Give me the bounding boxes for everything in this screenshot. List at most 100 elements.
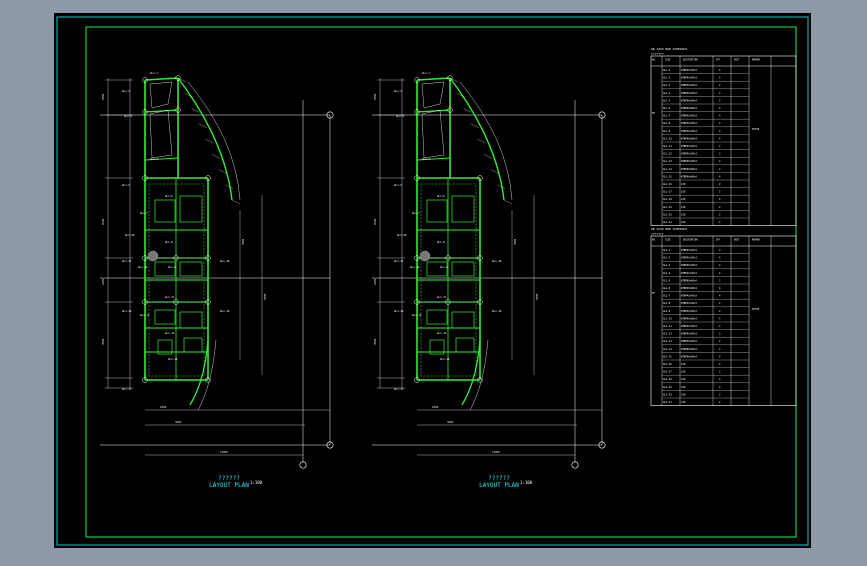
member-label: GL1-15	[122, 259, 132, 263]
table-heading: GB 1XXX BAR SCHEDULE	[651, 227, 687, 231]
table-cell-no: GL2-8	[663, 302, 671, 305]
member-label: GL1-8	[165, 240, 173, 244]
dimension-text: 3000	[101, 338, 105, 345]
member-label: GL1-6	[437, 194, 445, 198]
table-cell-no: GL2-20	[663, 393, 672, 396]
table-cell-size: WTBP45x45x3	[681, 333, 697, 336]
table-subheading: ???????	[651, 52, 664, 56]
member-label: GL1-6	[165, 194, 173, 198]
table-cell-size: L50	[681, 363, 686, 366]
plan-title-left-sub: LAYOUT PLAN	[209, 482, 249, 489]
cad-viewport[interactable]: 2000 4500 2400 3000 3000 5000 2000 3000 12000 GL1…	[0, 0, 867, 562]
table-cell-no: GL1-20	[663, 213, 672, 216]
table-cell-no: GL1-10	[663, 137, 672, 140]
table-cell-no: GL2-2	[663, 257, 671, 260]
table-cell-size: L50	[681, 386, 686, 389]
table-subheading: ???????	[651, 232, 664, 236]
member-label: GL1-7	[412, 211, 420, 215]
plan-title-right-main: ??????	[488, 475, 510, 482]
table-cell-no: GL2-19	[663, 386, 672, 389]
plan-title-left-main: ??????	[218, 475, 240, 482]
dimension-text: 12000	[492, 450, 500, 454]
table-header-cell: REMARK	[752, 239, 761, 242]
table-cell-no: GL2-5	[663, 279, 671, 282]
member-label: GL1-1	[422, 71, 430, 75]
table-cell-size: WTBP45x45x3	[681, 153, 697, 156]
table-header-cell: DESCRIPTION	[683, 239, 698, 242]
dimension-text: 2000	[101, 93, 105, 100]
member-label: GL1-19	[220, 309, 230, 313]
table-cell-no: GL2-16	[663, 363, 672, 366]
table-cell-size: WTBP60x60x4	[681, 175, 697, 178]
table-cell-no: GL1-19	[663, 206, 672, 209]
dimension-text: 3000	[513, 238, 517, 245]
member-label: GL1-7	[140, 211, 148, 215]
table-cell-no: GL1-1	[663, 69, 671, 72]
table-cell-size: L50	[681, 221, 686, 224]
table-cell-size: WTBP60x60x4	[681, 279, 697, 282]
table-cell-size: WTBP45x45x3	[681, 145, 697, 148]
member-label: GL1-1	[150, 71, 158, 75]
table-cell-no: GL1-9	[663, 130, 671, 133]
table-cell-size: L50	[681, 371, 686, 374]
member-label: GL1-12	[412, 313, 422, 317]
table-cell-no: GL2-13	[663, 340, 672, 343]
table-cell-size: WTBP45x45x3	[681, 160, 697, 163]
member-label: GL1-17	[122, 387, 132, 391]
member-label: GL1-4	[150, 157, 158, 161]
member-label: GL1-13	[437, 331, 447, 335]
dimension-text: 3000	[175, 420, 182, 424]
table-cell-no: GL1-16	[663, 183, 672, 186]
member-label: GL1-15	[394, 259, 404, 263]
table-cell-size: L50	[681, 206, 686, 209]
table-cell-no: GL1-18	[663, 198, 672, 201]
table-cell-no: GL2-3	[663, 264, 671, 267]
member-label: GL1-20	[125, 233, 135, 237]
table-cell-size: WTBP60x60x4	[681, 317, 697, 320]
dimension-text: 4500	[101, 218, 105, 225]
dimension-text: 3000	[447, 420, 454, 424]
drawing-canvas[interactable]: 2000 4500 2400 3000 3000 5000 2000 3000 12000 GL1…	[0, 0, 867, 562]
table-cell-no: GL2-1	[663, 249, 671, 252]
table-cell-size: WTBP60x60x4	[681, 107, 697, 110]
plan-title-right-sub: LAYOUT PLAN	[479, 482, 519, 489]
table-cell-size: WTBP60x60x4	[681, 168, 697, 171]
dimension-text: 5000	[535, 293, 539, 300]
member-label: GL1-11	[165, 295, 175, 299]
member-label: GL1-18	[492, 259, 502, 263]
table-cell-size: WTBP45x45x3	[681, 115, 697, 118]
table-cell-size: WTBP45x45x3	[681, 264, 697, 267]
member-label: GL1-11	[437, 295, 447, 299]
table-remark: SETUP	[752, 128, 760, 131]
table-cell-no: GL1-5	[663, 99, 671, 102]
dimension-text: 5000	[263, 293, 267, 300]
member-label: GL1-9	[440, 265, 448, 269]
table-cell-no: GL1-2	[663, 77, 671, 80]
member-label: GL1-16	[122, 309, 132, 313]
table-cell-no: GL2-10	[663, 317, 672, 320]
table-cell-size: WTBP45x45x3	[681, 325, 697, 328]
member-label: GL1-10	[138, 265, 148, 269]
table-cell-size: WTBP45x45x3	[681, 69, 697, 72]
table-cell-size: WTBP45x45x3	[681, 302, 697, 305]
table-cell-size: WTBP45x45x3	[681, 92, 697, 95]
member-label: GL1-20	[397, 233, 407, 237]
table-cell-size: L50	[681, 198, 686, 201]
member-label: GL1-4	[422, 157, 430, 161]
dimension-text: 2000	[373, 93, 377, 100]
table-cell-no: GL2-6	[663, 287, 671, 290]
table-cell-size: L50	[681, 183, 686, 186]
dimension-text: 3000	[241, 238, 245, 245]
table-cell-size: WTBP45x45x3	[681, 249, 697, 252]
member-label: GL1-14	[168, 357, 178, 361]
table-cell-size: WTBP45x45x3	[681, 257, 697, 260]
table-header-cell: SIZE	[665, 239, 671, 242]
table-cell-size: WTBP45x45x3	[681, 295, 697, 298]
member-label: GL1-2	[394, 89, 402, 93]
dimension-text: 2000	[160, 405, 167, 409]
column-large	[147, 250, 159, 262]
column-large	[419, 250, 431, 262]
table-cell-no: GL1-8	[663, 122, 671, 125]
member-label: GL1-16	[394, 309, 404, 313]
table-cell-size: WTBP45x45x3	[681, 130, 697, 133]
